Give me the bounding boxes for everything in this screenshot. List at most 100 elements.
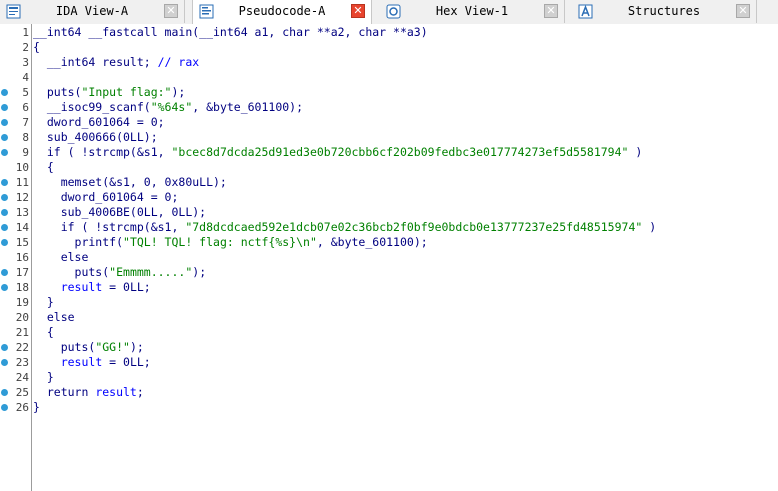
breakpoint-dot-icon[interactable] — [1, 179, 8, 186]
gutter-line: 23 — [0, 355, 31, 370]
code-line[interactable]: printf("TQL! TQL! flag: nctf{%s}\n", &by… — [33, 235, 428, 250]
breakpoint-dot-icon[interactable] — [1, 284, 8, 291]
line-number: 12 — [15, 191, 29, 204]
line-number: 15 — [15, 236, 29, 249]
line-number: 25 — [15, 386, 29, 399]
line-number: 22 — [15, 341, 29, 354]
breakpoint-dot-icon[interactable] — [1, 239, 8, 246]
code-line[interactable]: } — [33, 370, 54, 385]
gutter-line: 4 — [0, 70, 31, 85]
breakpoint-dot-icon[interactable] — [1, 119, 8, 126]
gutter-line: 19 — [0, 295, 31, 310]
line-number: 18 — [15, 281, 29, 294]
line-number: 1 — [22, 26, 29, 39]
code-line[interactable]: } — [33, 400, 40, 415]
breakpoint-dot-icon[interactable] — [1, 344, 8, 351]
code-line[interactable]: else — [33, 250, 89, 265]
breakpoint-dot-icon[interactable] — [1, 89, 8, 96]
code-line[interactable]: dword_601064 = 0; — [33, 115, 165, 130]
gutter-line: 5 — [0, 85, 31, 100]
gutter-line: 8 — [0, 130, 31, 145]
tab-hex-view[interactable]: Hex View-1 ✕ — [380, 0, 565, 23]
line-number: 14 — [15, 221, 29, 234]
code-line[interactable]: __isoc99_scanf("%64s", &byte_601100); — [33, 100, 303, 115]
line-number: 8 — [22, 131, 29, 144]
code-line[interactable]: puts("Emmmm....."); — [33, 265, 207, 280]
gutter-line: 1 — [0, 25, 31, 40]
code-line[interactable]: if ( !strcmp(&s1, "bcec8d7dcda25d91ed3e0… — [33, 145, 642, 160]
gutter-line: 6 — [0, 100, 31, 115]
gutter-line: 12 — [0, 190, 31, 205]
tab-structures[interactable]: Structures ✕ — [572, 0, 757, 23]
code-line[interactable]: if ( !strcmp(&s1, "7d8dcdcaed592e1dcb07e… — [33, 220, 656, 235]
tab-pseudocode[interactable]: Pseudocode-A ✕ — [192, 0, 372, 25]
line-number: 3 — [22, 56, 29, 69]
line-number: 13 — [15, 206, 29, 219]
gutter-line: 14 — [0, 220, 31, 235]
line-number: 17 — [15, 266, 29, 279]
structures-icon — [578, 4, 593, 19]
line-number: 20 — [15, 311, 29, 324]
code-line[interactable]: sub_400666(0LL); — [33, 130, 158, 145]
code-line[interactable]: dword_601064 = 0; — [33, 190, 179, 205]
line-number: 2 — [22, 41, 29, 54]
code-line[interactable]: { — [33, 160, 54, 175]
tab-bar: IDA View-A ✕ Pseudocode-A ✕ Hex View-1 ✕… — [0, 0, 778, 25]
gutter-line: 7 — [0, 115, 31, 130]
line-number: 5 — [22, 86, 29, 99]
ida-view-icon — [6, 4, 21, 19]
line-number: 23 — [15, 356, 29, 369]
tab-structures-label: Structures — [627, 4, 701, 18]
close-icon[interactable]: ✕ — [164, 4, 178, 18]
code-line[interactable]: return result; — [33, 385, 144, 400]
breakpoint-dot-icon[interactable] — [1, 104, 8, 111]
code-line[interactable]: result = 0LL; — [33, 280, 151, 295]
breakpoint-dot-icon[interactable] — [1, 149, 8, 156]
pseudocode-editor[interactable]: 1 2 3 4 5 6 7 8 9 10 11 12 13 14 15 16 17 18 19 20 21 22 23 24 2… — [0, 24, 778, 491]
line-number: 10 — [15, 161, 29, 174]
code-line[interactable]: else — [33, 310, 75, 325]
gutter-line: 13 — [0, 205, 31, 220]
tab-ida-view-label: IDA View-A — [55, 4, 129, 18]
line-number: 6 — [22, 101, 29, 114]
gutter-line: 9 — [0, 145, 31, 160]
close-icon[interactable]: ✕ — [736, 4, 750, 18]
code-line[interactable]: result = 0LL; — [33, 355, 151, 370]
gutter-line: 15 — [0, 235, 31, 250]
line-number: 19 — [15, 296, 29, 309]
breakpoint-dot-icon[interactable] — [1, 134, 8, 141]
breakpoint-dot-icon[interactable] — [1, 194, 8, 201]
line-number: 4 — [22, 71, 29, 84]
pseudocode-icon — [199, 4, 214, 19]
breakpoint-dot-icon[interactable] — [1, 269, 8, 276]
code-line[interactable]: puts("GG!"); — [33, 340, 144, 355]
code-line[interactable]: sub_4006BE(0LL, 0LL); — [33, 205, 206, 220]
close-icon[interactable]: ✕ — [351, 4, 365, 18]
code-line[interactable]: memset(&s1, 0, 0x80uLL); — [33, 175, 227, 190]
gutter-line: 16 — [0, 250, 31, 265]
gutter-line: 17 — [0, 265, 31, 280]
code-line[interactable]: { — [33, 40, 40, 55]
code-line[interactable]: __int64 result; // rax — [33, 55, 199, 70]
code-line[interactable]: } — [33, 295, 54, 310]
code-line[interactable]: __int64 __fastcall main(__int64 a1, char… — [33, 25, 428, 40]
breakpoint-dot-icon[interactable] — [1, 224, 8, 231]
breakpoint-dot-icon[interactable] — [1, 404, 8, 411]
gutter-line: 18 — [0, 280, 31, 295]
close-icon[interactable]: ✕ — [544, 4, 558, 18]
line-number: 16 — [15, 251, 29, 264]
code-line[interactable]: { — [33, 325, 54, 340]
tab-ida-view[interactable]: IDA View-A ✕ — [0, 0, 185, 23]
gutter-line: 3 — [0, 55, 31, 70]
breakpoint-dot-icon[interactable] — [1, 359, 8, 366]
gutter-line: 10 — [0, 160, 31, 175]
breakpoint-dot-icon[interactable] — [1, 209, 8, 216]
line-number: 24 — [15, 371, 29, 384]
code-line[interactable]: puts("Input flag:"); — [33, 85, 186, 100]
tab-hex-view-label: Hex View-1 — [435, 4, 509, 18]
breakpoint-dot-icon[interactable] — [1, 389, 8, 396]
line-number: 9 — [22, 146, 29, 159]
gutter-line: 2 — [0, 40, 31, 55]
line-number: 26 — [15, 401, 29, 414]
hex-view-icon — [386, 4, 401, 19]
